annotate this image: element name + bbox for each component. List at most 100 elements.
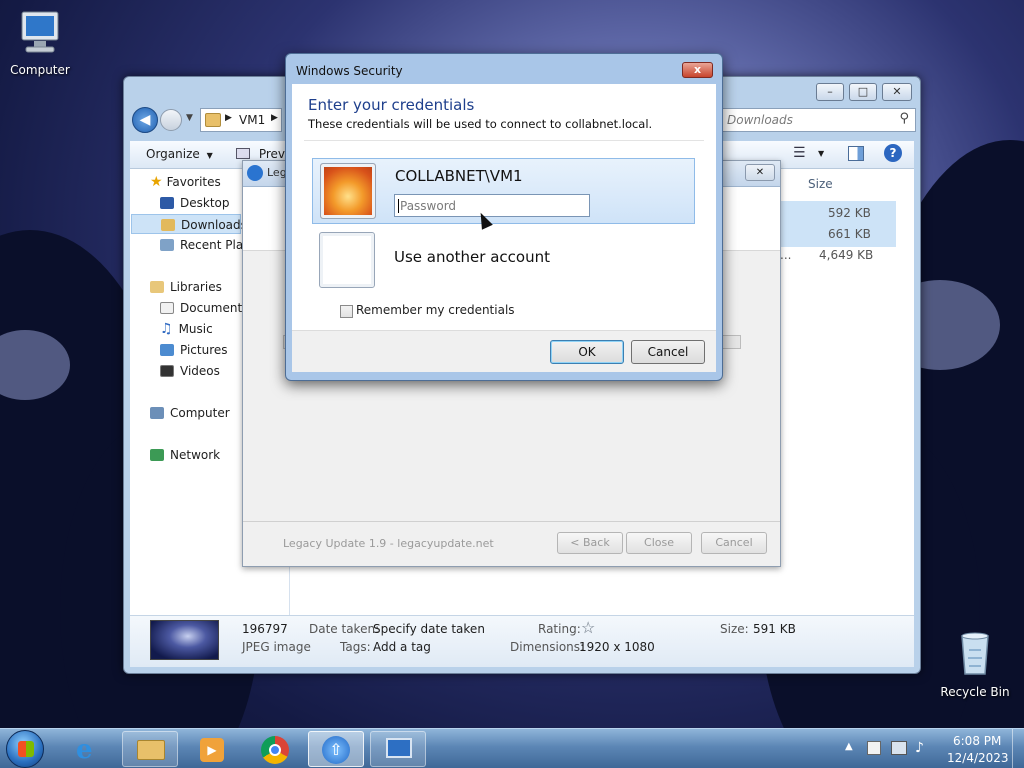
nav-downloads[interactable]: Downloads [131,214,247,234]
chevron-down-icon[interactable]: ▼ [818,149,824,158]
nav-label: Desktop [180,196,230,210]
file-size: 4,649 KB [819,248,874,262]
detail-tags-value[interactable]: Add a tag [373,640,431,654]
pictures-icon [160,344,174,356]
nav-favorites[interactable]: ★ Favorites [150,172,221,192]
nav-pictures[interactable]: Pictures [160,340,228,360]
nav-libraries[interactable]: Libraries [150,277,222,297]
show-hidden-icons-icon[interactable]: ▲ [845,741,853,752]
file-size: 661 KB [828,227,871,241]
wizard-close-icon[interactable]: ✕ [745,164,775,181]
nav-desktop[interactable]: Desktop [160,193,230,213]
credential-tile-other[interactable]: Use another account [312,230,695,290]
preview-button[interactable]: Previ [236,147,288,161]
nav-label: Recent Plac [180,238,250,252]
taskbar-explorer[interactable] [122,731,178,767]
nav-music[interactable]: ♫ Music [160,319,213,339]
nav-computer[interactable]: Computer [150,403,230,423]
chrome-icon [261,736,289,764]
detail-file-type: JPEG image [242,640,311,654]
desktop-icon [160,197,174,209]
back-button[interactable]: ◀ [132,107,158,133]
organize-label: Organize [146,147,200,161]
nav-network[interactable]: Network [150,445,220,465]
star-empty-icon[interactable]: ☆ [581,618,596,637]
internet-explorer-icon: e [76,735,93,765]
forward-button[interactable] [160,109,182,131]
help-icon[interactable]: ? [884,144,902,162]
remote-desktop-icon [386,738,412,758]
breadcrumb-item[interactable]: VM1 [239,113,265,127]
search-icon: ⚲ [899,111,909,126]
nav-label: Videos [180,364,220,378]
taskbar: e ▶ ⇧ ▲ ♪ 6:08 PM 12/4/2023 [0,728,1024,768]
taskbar-credential-prompt[interactable] [370,731,426,767]
nav-videos[interactable]: Videos [160,361,220,381]
wizard-footer-divider [243,521,780,522]
action-center-flag-icon[interactable] [867,741,881,755]
nav-label: Downloads [181,218,247,232]
nav-documents[interactable]: Documents [160,298,248,318]
detail-rating-label: Rating: [538,622,581,636]
other-account-label: Use another account [394,248,550,266]
wizard-title: Leg [267,166,287,179]
network-status-icon[interactable] [891,741,907,755]
file-name-truncated: ... [780,248,792,262]
address-bar[interactable]: ▶ VM1 ▶ [200,108,282,132]
search-box[interactable]: Downloads ⚲ [718,108,916,132]
taskbar-internet-explorer[interactable]: e [62,731,118,767]
dialog-heading: Enter your credentials [308,96,475,114]
remember-credentials-label[interactable]: Remember my credentials [356,303,515,317]
dialog-title: Windows Security [296,64,403,78]
detail-date-label: Date taken: [309,622,380,636]
dialog-subtext: These credentials will be used to connec… [308,117,653,131]
column-header-size[interactable]: Size [808,177,833,191]
clock-time[interactable]: 6:08 PM [953,734,1001,748]
cancel-button[interactable]: Cancel [631,340,705,364]
account-name: COLLABNET\VM1 [395,167,523,185]
thumbnail-image [150,620,219,660]
nav-recent-places[interactable]: Recent Plac [160,235,250,255]
remember-credentials-checkbox[interactable] [340,305,353,318]
text-caret [398,199,399,213]
detail-date-value[interactable]: Specify date taken [373,622,485,636]
windows-security-dialog[interactable]: Windows Security x Enter your credential… [285,53,723,381]
dialog-close-button[interactable]: x [682,62,713,78]
desktop-icon-label: Recycle Bin [940,685,1010,699]
preview-icon [236,148,250,159]
close-button[interactable]: ✕ [882,83,912,101]
nav-label: Pictures [180,343,228,357]
nav-label: Computer [170,406,230,420]
minimize-button[interactable]: – [816,83,844,101]
taskbar-chrome[interactable] [246,731,302,767]
folder-icon [205,113,221,127]
wizard-close-button[interactable]: Close [626,532,692,554]
nav-label: Music [178,322,213,336]
history-chevron-icon[interactable]: ▼ [186,113,193,123]
clock-date[interactable]: 12/4/2023 [947,751,1009,765]
desktop-icon-computer[interactable]: Computer [2,8,78,77]
volume-muted-icon[interactable]: ♪ [915,740,924,756]
wizard-cancel-button[interactable]: Cancel [701,532,767,554]
taskbar-media-player[interactable]: ▶ [183,731,239,767]
ok-button[interactable]: OK [550,340,624,364]
maximize-button[interactable]: □ [849,83,877,101]
detail-size-value: 591 KB [753,622,796,636]
credential-tile-selected[interactable]: COLLABNET\VM1 Password [312,158,695,224]
password-input[interactable]: Password [394,194,590,217]
wizard-back-button[interactable]: < Back [557,532,623,554]
view-options-icon[interactable]: ☰ [793,145,806,161]
nav-label: Documents [180,301,249,315]
dialog-footer: OK Cancel [292,330,716,372]
windows-logo-icon [18,741,34,757]
details-pane: 196797 JPEG image Date taken: Specify da… [130,615,914,667]
show-desktop-button[interactable] [1012,729,1024,768]
preview-pane-icon[interactable] [848,146,864,161]
organize-button[interactable]: Organize ▼ [146,147,213,161]
taskbar-legacy-update[interactable]: ⇧ [308,731,364,767]
music-note-icon: ♫ [160,321,173,337]
start-button[interactable] [6,730,44,768]
dialog-body: Enter your credentials These credentials… [292,84,716,330]
desktop-icon-recycle-bin[interactable]: Recycle Bin [937,630,1013,699]
media-player-icon: ▶ [200,738,224,762]
